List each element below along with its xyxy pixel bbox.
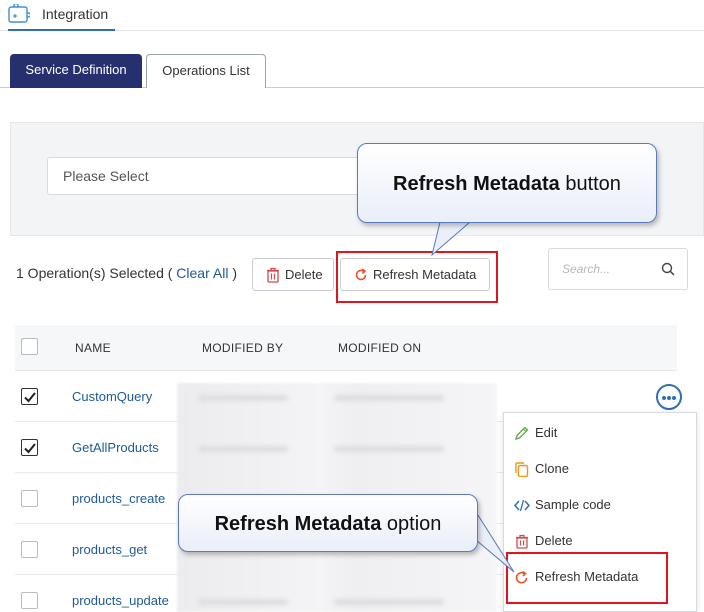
operation-name-link[interactable]: products_create bbox=[72, 491, 165, 506]
operation-name-link[interactable]: CustomQuery bbox=[72, 389, 152, 404]
checkmark-icon bbox=[24, 443, 36, 454]
operation-name-link[interactable]: GetAllProducts bbox=[72, 440, 159, 455]
redacted-text bbox=[334, 599, 444, 605]
operation-name-link[interactable]: products_update bbox=[72, 593, 169, 608]
copy-icon bbox=[515, 462, 529, 477]
puzzle-icon bbox=[8, 4, 30, 23]
row-checkbox[interactable] bbox=[21, 439, 38, 456]
trash-icon bbox=[267, 267, 279, 283]
highlight-refresh-button bbox=[336, 251, 498, 303]
clear-all-link[interactable]: Clear All bbox=[176, 265, 228, 281]
app-title[interactable]: Integration bbox=[42, 6, 108, 22]
redacted-text bbox=[198, 446, 288, 452]
column-header-modified-by[interactable]: MODIFIED BY bbox=[202, 341, 283, 355]
menu-item-label: Edit bbox=[535, 425, 558, 440]
checkmark-icon bbox=[24, 392, 36, 403]
select-all-checkbox[interactable] bbox=[21, 338, 38, 355]
selected-suffix: ) bbox=[232, 265, 237, 281]
more-actions-icon[interactable] bbox=[656, 384, 682, 410]
column-header-name[interactable]: NAME bbox=[75, 341, 111, 355]
menu-item-clone[interactable]: Clone bbox=[504, 451, 696, 487]
callout-bold-text: Refresh Metadata bbox=[214, 513, 382, 535]
callout-refresh-button: Refresh Metadata button bbox=[357, 143, 657, 223]
callout-bold-text: Refresh Metadata bbox=[393, 173, 560, 195]
operation-name-link[interactable]: products_get bbox=[72, 542, 147, 557]
app-header: Integration bbox=[0, 0, 704, 31]
row-checkbox[interactable] bbox=[21, 541, 38, 558]
search-icon[interactable] bbox=[661, 262, 675, 276]
delete-button[interactable]: Delete bbox=[252, 258, 334, 291]
trash-icon bbox=[516, 534, 528, 549]
callout-refresh-option: Refresh Metadata option bbox=[178, 494, 478, 552]
tab-bar: Service Definition Operations List bbox=[0, 54, 704, 88]
menu-item-label: Clone bbox=[535, 461, 569, 476]
tab-service-definition[interactable]: Service Definition bbox=[10, 54, 142, 88]
delete-button-label: Delete bbox=[285, 267, 323, 282]
operation-select[interactable]: Please Select bbox=[47, 157, 377, 195]
menu-item-label: Delete bbox=[535, 533, 573, 548]
menu-item-label: Sample code bbox=[535, 497, 611, 512]
menu-item-edit[interactable]: Edit bbox=[504, 415, 696, 451]
row-checkbox[interactable] bbox=[21, 490, 38, 507]
callout-text: button bbox=[559, 173, 621, 195]
tab-operations-list[interactable]: Operations List bbox=[146, 54, 266, 88]
redacted-text bbox=[334, 446, 444, 452]
pencil-icon bbox=[514, 426, 529, 441]
code-icon bbox=[514, 499, 530, 512]
selection-summary: 1 Operation(s) Selected ( Clear All ) bbox=[16, 265, 237, 281]
row-checkbox[interactable] bbox=[21, 388, 38, 405]
table-header: NAME MODIFIED BY MODIFIED ON bbox=[15, 325, 677, 371]
redacted-text bbox=[334, 395, 444, 401]
callout-text: option bbox=[381, 513, 442, 535]
row-checkbox[interactable] bbox=[21, 592, 38, 609]
menu-item-sample-code[interactable]: Sample code bbox=[504, 487, 696, 523]
redacted-text bbox=[198, 395, 288, 401]
search-box bbox=[548, 248, 688, 290]
column-header-modified-on[interactable]: MODIFIED ON bbox=[338, 341, 421, 355]
search-input[interactable] bbox=[550, 250, 655, 288]
highlight-refresh-option bbox=[506, 552, 668, 604]
redacted-text bbox=[198, 599, 288, 605]
selected-count-text: 1 Operation(s) Selected ( bbox=[16, 265, 173, 281]
active-app-underline bbox=[8, 29, 115, 31]
